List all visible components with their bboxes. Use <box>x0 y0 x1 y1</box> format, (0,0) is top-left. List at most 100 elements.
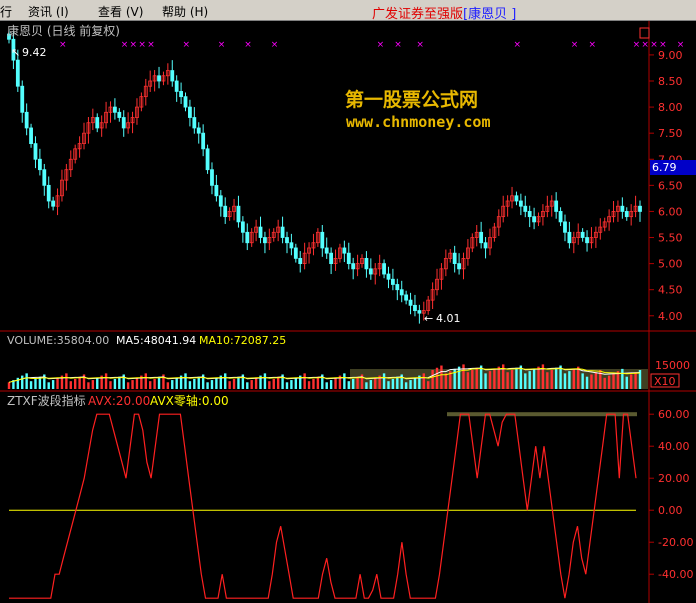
menu-info[interactable]: 资讯 (I) <box>28 3 69 20</box>
candle-body <box>417 310 422 314</box>
candle-body <box>523 205 528 212</box>
signal-marker: × <box>659 40 667 50</box>
kline-title: 康恩贝 (日线 前复权) <box>7 23 120 38</box>
volume-bar <box>484 373 487 389</box>
candle-body <box>395 284 400 291</box>
chart-area[interactable]: 9.008.508.007.507.006.506.005.505.004.50… <box>0 21 696 603</box>
candle-body <box>483 242 488 249</box>
volume-bar <box>634 372 637 389</box>
chart-frame <box>0 21 696 603</box>
volume-bar <box>175 377 178 389</box>
indicator-tick-label: 60.00 <box>658 408 690 421</box>
signal-marker: × <box>588 40 596 50</box>
volume-bar <box>563 373 567 389</box>
low-arrow-icon: ← <box>424 312 433 325</box>
volume-bar <box>466 372 470 389</box>
volume-bar <box>440 365 443 389</box>
candle-body <box>293 247 298 259</box>
app-title: 广发证券至强版[康恩贝 ] <box>372 3 516 22</box>
menu-help[interactable]: 帮助 (H) <box>162 3 208 20</box>
candle-body <box>223 205 228 218</box>
volume-bar <box>568 371 571 389</box>
candle-body <box>567 231 572 244</box>
volume-bar <box>131 380 134 389</box>
volume-bar <box>572 368 576 389</box>
volume-bar <box>488 371 492 389</box>
volume-bar <box>607 375 611 389</box>
indicator-tick-label: -40.00 <box>658 568 693 581</box>
candle-body <box>457 263 461 270</box>
candle-body <box>51 200 56 207</box>
signal-marker: × <box>218 40 226 50</box>
price-tick-label: 4.00 <box>658 310 683 323</box>
candle-body <box>289 242 294 249</box>
volume-bar <box>404 382 408 389</box>
volume-bar <box>475 367 478 389</box>
volume-bar <box>382 373 386 389</box>
candle-body <box>121 117 126 129</box>
volume-bar <box>550 370 553 389</box>
volume-bar <box>7 382 11 389</box>
price-tick-label: 6.00 <box>658 205 683 218</box>
candle-body <box>285 237 289 244</box>
volume-bar <box>528 371 531 389</box>
volume-bar <box>224 373 227 389</box>
volume-bar <box>625 376 628 389</box>
volume-bar <box>590 374 593 389</box>
candle-body <box>638 205 642 212</box>
candle-body <box>585 237 589 244</box>
menu-trade[interactable]: 行 <box>0 3 12 20</box>
volume-bar <box>197 376 200 389</box>
volume-bar <box>457 366 461 389</box>
signal-marker: × <box>650 40 658 50</box>
volume-bar <box>506 372 509 389</box>
price-tick-label: 8.50 <box>658 75 683 88</box>
signal-marker: × <box>677 40 685 50</box>
volume-bar <box>109 381 112 389</box>
candle-body <box>514 195 519 202</box>
volume-bar <box>157 376 161 389</box>
price-tick-label: 5.00 <box>658 258 683 271</box>
volume-bar <box>316 376 320 389</box>
volume-bar <box>462 364 465 389</box>
candle-body <box>527 211 532 218</box>
candle-body <box>157 75 161 82</box>
signal-marker: × <box>183 40 191 50</box>
menu-view[interactable]: 查看 (V) <box>98 3 143 20</box>
volume-bar <box>215 377 218 389</box>
candle-body <box>15 59 20 87</box>
volume-bar <box>554 367 558 389</box>
volume-bar <box>497 366 500 389</box>
candle-body <box>196 127 201 134</box>
volume-bar <box>396 376 399 389</box>
candle-body <box>346 252 351 265</box>
volume-bar <box>246 382 249 389</box>
volume-bar <box>444 373 448 389</box>
candle-body <box>329 252 334 265</box>
ma5-label: MA5:48041.94 <box>116 334 196 347</box>
volume-bar <box>351 378 355 389</box>
price-tick-label: 5.50 <box>658 232 683 245</box>
candle-body <box>33 143 38 160</box>
volume-bar <box>387 381 390 389</box>
volume-bar <box>188 381 192 389</box>
indicator-tick-label: 40.00 <box>658 440 690 453</box>
candle-body <box>236 205 241 223</box>
avx-zero-label: AVX零轴:0.00 <box>150 393 229 408</box>
signal-marker: × <box>59 40 67 50</box>
panel-toggle-icon[interactable] <box>639 27 650 39</box>
signal-marker: × <box>377 40 385 50</box>
volume-label: VOLUME:35804.00 <box>7 334 109 347</box>
low-label: 4.01 <box>436 312 461 325</box>
volume-bar <box>303 373 306 389</box>
volume-bar <box>73 378 77 389</box>
candle-body <box>298 257 303 265</box>
candle-body <box>24 111 29 129</box>
volume-bar <box>51 380 55 389</box>
volume-bar <box>594 372 598 389</box>
candle-body <box>113 106 117 113</box>
volume-bar <box>149 381 152 389</box>
candle-body <box>368 268 373 275</box>
volume-bar <box>96 377 99 389</box>
candle-body <box>117 111 122 118</box>
